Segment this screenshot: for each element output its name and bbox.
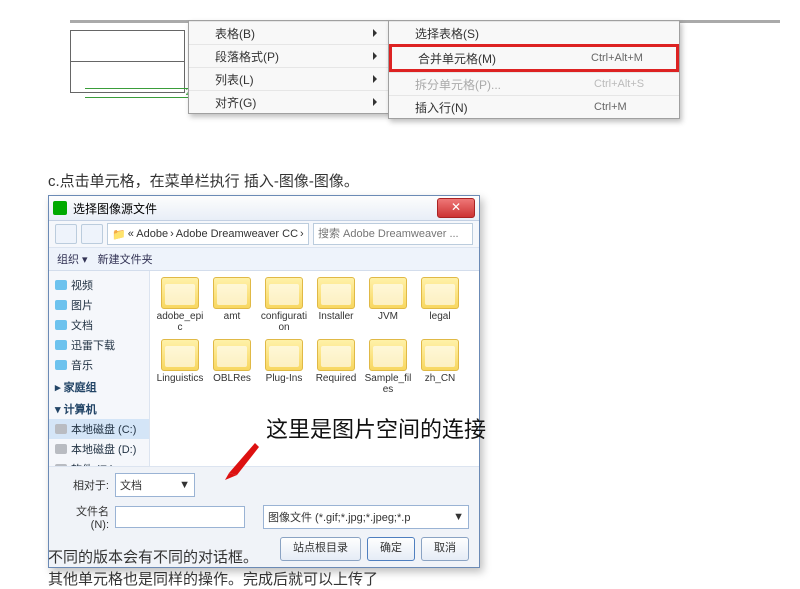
menu-item: 拆分单元格(P)...Ctrl+Alt+S: [389, 72, 679, 95]
relative-select[interactable]: 文档▼: [115, 473, 195, 497]
folder-item[interactable]: Required: [312, 339, 360, 395]
menu-item[interactable]: 列表(L): [189, 67, 389, 90]
file-type-filter[interactable]: 图像文件 (*.gif;*.jpg;*.jpeg;*.p▼: [263, 505, 469, 529]
sidebar-item[interactable]: 文档: [49, 315, 149, 335]
folder-item[interactable]: Sample_files: [364, 339, 412, 395]
folder-item[interactable]: amt: [208, 277, 256, 333]
sidebar-drive[interactable]: 本地磁盘 (D:): [49, 439, 149, 459]
sidebar-item[interactable]: 迅雷下载: [49, 335, 149, 355]
annotation-text: 这里是图片空间的连接: [266, 412, 486, 444]
cancel-button[interactable]: 取消: [421, 537, 469, 561]
menu-item[interactable]: 对齐(G): [189, 90, 389, 113]
breadcrumb[interactable]: 📁 « Adobe› Adobe Dreamweaver CC›: [107, 223, 309, 245]
folder-item[interactable]: JVM: [364, 277, 412, 333]
red-arrow-icon: [225, 440, 265, 480]
new-folder-button[interactable]: 新建文件夹: [98, 251, 153, 267]
app-icon: [53, 201, 67, 215]
folder-item[interactable]: Installer: [312, 277, 360, 333]
context-menu-left: 表格(B)段落格式(P)列表(L)对齐(G): [188, 20, 390, 114]
sidebar-drive[interactable]: 软件 (E:): [49, 459, 149, 466]
folder-item[interactable]: configuration: [260, 277, 308, 333]
footer-text-1: 不同的版本会有不同的对话框。: [48, 546, 258, 567]
organize-menu[interactable]: 组织 ▾: [57, 251, 88, 267]
menu-item[interactable]: 表格(B): [189, 21, 389, 44]
instruction-c: c.点击单元格，在菜单栏执行 插入-图像-图像。: [48, 170, 359, 191]
folder-item[interactable]: Plug-Ins: [260, 339, 308, 395]
menu-item[interactable]: 选择表格(S): [389, 21, 679, 44]
sidebar-item[interactable]: 图片: [49, 295, 149, 315]
ok-button[interactable]: 确定: [367, 537, 415, 561]
sidebar-item[interactable]: 视频: [49, 275, 149, 295]
sidebar-drive[interactable]: 本地磁盘 (C:): [49, 419, 149, 439]
sidebar: 视频图片文档迅雷下载音乐▸ 家庭组▾ 计算机本地磁盘 (C:)本地磁盘 (D:)…: [49, 271, 150, 466]
folder-item[interactable]: adobe_epic: [156, 277, 204, 333]
menu-item[interactable]: 段落格式(P): [189, 44, 389, 67]
context-menu-right: 选择表格(S)合并单元格(M)Ctrl+Alt+M拆分单元格(P)...Ctrl…: [388, 20, 680, 119]
search-input[interactable]: [313, 223, 473, 245]
dialog-titlebar: 选择图像源文件 ✕: [49, 196, 479, 221]
sidebar-group[interactable]: ▸ 家庭组: [49, 375, 149, 397]
folder-item[interactable]: legal: [416, 277, 464, 333]
nav-fwd-button[interactable]: [81, 224, 103, 244]
relative-label: 相对于:: [59, 477, 109, 493]
filename-label: 文件名(N):: [59, 503, 109, 531]
sidebar-item[interactable]: 音乐: [49, 355, 149, 375]
filename-input[interactable]: [115, 506, 245, 528]
folder-item[interactable]: OBLRes: [208, 339, 256, 395]
table-cell-preview: [70, 30, 185, 85]
nav-back-button[interactable]: [55, 224, 77, 244]
sidebar-group[interactable]: ▾ 计算机: [49, 397, 149, 419]
dialog-title: 选择图像源文件: [73, 200, 437, 217]
folder-icon: 📁: [112, 228, 126, 241]
close-button[interactable]: ✕: [437, 198, 475, 218]
folder-item[interactable]: zh_CN: [416, 339, 464, 395]
menu-item[interactable]: 插入行(N)Ctrl+M: [389, 95, 679, 118]
folder-item[interactable]: Linguistics: [156, 339, 204, 395]
site-root-button[interactable]: 站点根目录: [280, 537, 361, 561]
file-open-dialog: 选择图像源文件 ✕ 📁 « Adobe› Adobe Dreamweaver C…: [48, 195, 480, 568]
menu-item[interactable]: 合并单元格(M)Ctrl+Alt+M: [389, 44, 679, 72]
